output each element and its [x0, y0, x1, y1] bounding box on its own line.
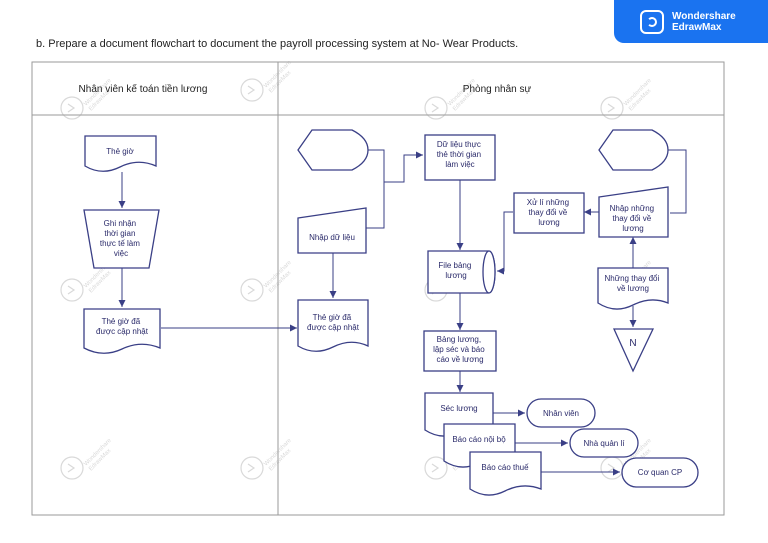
watermark-stamp: WondershareEdrawMax — [240, 59, 298, 102]
node-nhung-thay-doi[interactable]: Những thay đổi về lương — [597, 267, 669, 310]
node-the-gio-label: Thẻ giờ — [106, 147, 134, 156]
node-nha-quan-li[interactable]: Nhà quản lí — [569, 428, 639, 458]
node-display-left[interactable] — [297, 129, 369, 171]
node-nhap-nhung[interactable]: Nhập những thay đổi về lương — [598, 186, 669, 238]
node-sec-luong-label: Séc lương — [440, 404, 477, 413]
node-the-gio-da-cap-nhat-1[interactable]: Thẻ giờ đã được cập nhật — [83, 308, 161, 354]
node-the-gio-da-cap-nhat-2[interactable]: Thẻ giờ đã được cập nhật — [297, 299, 369, 352]
node-nha-quan-li-label: Nhà quản lí — [584, 439, 626, 448]
watermark-stamp: WondershareEdrawMax — [600, 77, 658, 120]
node-ghi-nhan[interactable]: Ghi nhận thời gian thực tế làm việc — [83, 209, 160, 269]
node-bang-luong[interactable]: Bảng lương, lập séc và báo cáo về lương — [423, 330, 497, 372]
node-co-quan-cp[interactable]: Cơ quan CP — [621, 457, 699, 488]
node-nhap-du-lieu[interactable]: Nhập dữ liệu — [297, 207, 367, 254]
node-du-lieu-thuc[interactable]: Dữ liệu thực thẻ thời gian làm việc — [424, 134, 496, 181]
node-bang-luong-label: Bảng lương, lập séc và báo cáo về lương — [433, 335, 487, 364]
lane-header-left: Nhân viên kế toán tiền lương — [79, 83, 208, 95]
svg-text:WondershareEdrawMax: WondershareEdrawMax — [263, 259, 298, 294]
node-co-quan-cp-label: Cơ quan CP — [638, 468, 682, 477]
svg-text:WondershareEdrawMax: WondershareEdrawMax — [83, 437, 118, 472]
watermark-stamp: WondershareEdrawMax — [240, 259, 298, 302]
node-xu-li[interactable]: Xử lí những thay đổi về lương — [513, 192, 585, 234]
node-the-gio[interactable]: Thẻ giờ — [84, 135, 157, 172]
node-n-offpage[interactable]: N — [612, 328, 655, 373]
node-bao-cao-thue-label: Báo cáo thuế — [481, 463, 529, 472]
node-nhan-vien[interactable]: Nhân viên — [526, 398, 596, 428]
svg-text:WondershareEdrawMax: WondershareEdrawMax — [263, 437, 298, 472]
lane-header-right: Phòng nhân sự — [463, 84, 532, 95]
node-the-gio-da-cap-nhat-2-label: Thẻ giờ đã được cập nhật — [307, 313, 360, 332]
svg-text:WondershareEdrawMax: WondershareEdrawMax — [263, 59, 298, 94]
node-bao-cao-noi-bo-label: Báo cáo nội bộ — [452, 435, 506, 444]
node-bao-cao-thue[interactable]: Báo cáo thuế — [469, 451, 542, 496]
node-file-bang-luong[interactable]: File bảng lương — [427, 250, 496, 294]
node-n-label: N — [629, 338, 636, 349]
watermark-stamp: WondershareEdrawMax — [240, 437, 298, 480]
watermark-stamp: WondershareEdrawMax — [60, 437, 118, 480]
node-the-gio-da-cap-nhat-1-label: Thẻ giờ đã được cập nhật — [96, 317, 149, 336]
node-nhap-du-lieu-label: Nhập dữ liệu — [309, 233, 355, 242]
node-nhan-vien-label: Nhân viên — [543, 409, 579, 418]
flowchart-canvas: WondershareEdrawMax WondershareEdrawMax Wo… — [31, 59, 725, 516]
node-display-right[interactable] — [598, 129, 669, 171]
svg-text:WondershareEdrawMax: WondershareEdrawMax — [623, 77, 658, 112]
